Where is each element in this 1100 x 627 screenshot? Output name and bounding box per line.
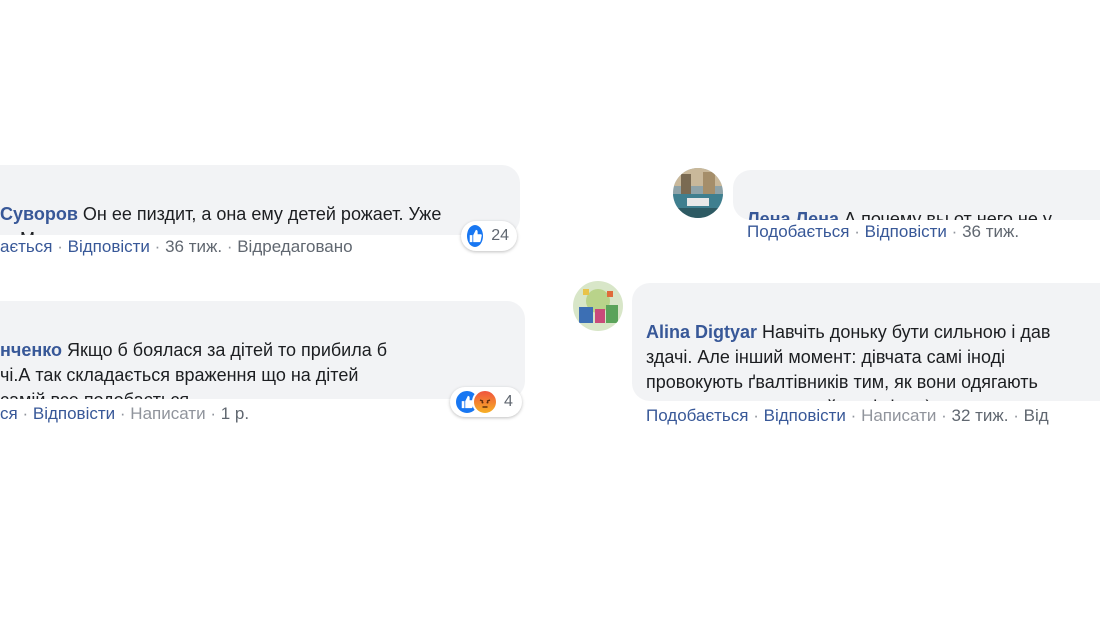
edited-label[interactable]: Відредаговано: [237, 237, 352, 256]
comment-author[interactable]: Суворов: [0, 204, 78, 224]
reaction-summary[interactable]: 24: [461, 221, 517, 251]
like-button[interactable]: Подобається: [747, 222, 850, 241]
separator: ·: [154, 237, 161, 256]
separator: ·: [850, 406, 857, 425]
reply-button[interactable]: Відповісти: [764, 406, 846, 425]
separator: ·: [941, 406, 947, 425]
comment-bubble: Лена Лена А почему вы от него не у: [733, 170, 1100, 220]
separator: ·: [951, 222, 958, 241]
write-button[interactable]: Написати: [861, 406, 936, 425]
reaction-count: 24: [491, 227, 509, 244]
comment-actions: ся · Відповісти · Написати · 1 р.: [0, 403, 249, 425]
like-icon: [465, 223, 486, 249]
like-button[interactable]: Подобається: [646, 406, 749, 425]
comment-author[interactable]: Alina Digtyar: [646, 322, 757, 342]
comment-actions: ається · Відповісти · 36 тиж. · Відредаг…: [0, 236, 353, 258]
comment-bubble: нченко Якщо б боялася за дітей то прибил…: [0, 301, 525, 399]
comment-text: А почему вы от него не у: [844, 209, 1052, 220]
separator: ·: [210, 404, 216, 423]
avatar[interactable]: [673, 168, 723, 218]
comment-author[interactable]: Лена Лена: [747, 209, 839, 220]
write-button[interactable]: Написати: [130, 404, 205, 423]
comment-bubble: Суворов Он ее пиздит, а она ему детей ро…: [0, 165, 520, 235]
reaction-count: 4: [504, 393, 513, 410]
comment-time[interactable]: 36 тиж.: [962, 222, 1019, 241]
separator: ·: [22, 404, 29, 423]
separator: ·: [119, 404, 126, 423]
comment-time[interactable]: 1 р.: [221, 404, 249, 423]
angry-icon: [472, 389, 498, 415]
separator: ·: [753, 406, 759, 425]
separator: ·: [226, 237, 233, 256]
separator: ·: [57, 237, 63, 256]
comment-bubble: Alina Digtyar Навчіть доньку бути сильно…: [632, 283, 1100, 401]
comment-author[interactable]: нченко: [0, 340, 62, 360]
reply-button[interactable]: Відповісти: [33, 404, 115, 423]
comment-time[interactable]: 32 тиж.: [952, 406, 1009, 425]
like-button[interactable]: ається: [0, 237, 52, 256]
reply-button[interactable]: Відповісти: [865, 222, 947, 241]
reply-button[interactable]: Відповісти: [68, 237, 150, 256]
separator: ·: [1013, 406, 1019, 425]
like-button[interactable]: ся: [0, 404, 18, 423]
comment-actions: Подобається · Відповісти · 36 тиж.: [747, 221, 1019, 243]
extra-link[interactable]: Від: [1024, 406, 1049, 425]
separator: ·: [854, 222, 860, 241]
avatar[interactable]: [573, 281, 623, 331]
comment-time[interactable]: 36 тиж.: [165, 237, 222, 256]
reaction-summary[interactable]: 4: [450, 387, 522, 417]
comment-actions: Подобається · Відповісти · Написати · 32…: [646, 405, 1049, 427]
